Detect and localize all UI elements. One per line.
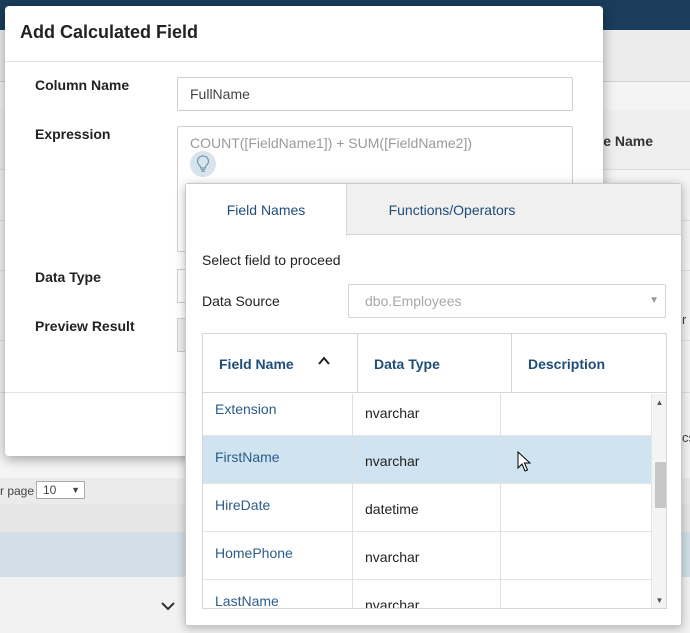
table-row[interactable]: HireDate datetime	[203, 484, 651, 532]
column-header-data-type[interactable]: Data Type	[358, 334, 511, 393]
dropdown-caret-icon: ▼	[71, 485, 80, 495]
mouse-cursor-icon	[517, 451, 531, 472]
column-name-label: Column Name	[35, 77, 130, 93]
column-name-input[interactable]	[177, 77, 573, 111]
field-name-cell: Extension	[215, 401, 277, 417]
data-type-cell: datetime	[352, 484, 500, 532]
tab-functions-operators[interactable]: Functions/Operators	[347, 184, 557, 236]
column-header-label: Description	[528, 355, 606, 372]
expression-label: Expression	[35, 126, 111, 142]
data-type-cell: nvarchar	[352, 532, 500, 580]
field-name-cell: LastName	[215, 593, 279, 609]
data-source-label: Data Source	[202, 293, 280, 309]
grid-scrollbar[interactable]: ▲ ▼	[651, 394, 666, 608]
data-type-cell: nvarchar	[352, 436, 500, 484]
description-cell	[500, 394, 651, 436]
data-type-label: Data Type	[35, 269, 101, 285]
popup-tabs: Field Names Functions/Operators	[186, 184, 681, 236]
select-field-hint: Select field to proceed	[202, 252, 341, 268]
expression-placeholder: COUNT([FieldName1]) + SUM([FieldName2])	[190, 135, 472, 151]
dialog-title: Add Calculated Field	[20, 22, 199, 42]
scroll-down-icon[interactable]: ▼	[652, 594, 666, 608]
sort-ascending-icon	[318, 356, 330, 365]
column-header-field-name[interactable]: Field Name	[203, 334, 358, 393]
lightbulb-icon[interactable]	[190, 151, 216, 177]
scroll-up-icon[interactable]: ▲	[652, 396, 666, 410]
column-header-label: Data Type	[374, 355, 440, 372]
table-row[interactable]: LastName nvarchar	[203, 580, 651, 609]
fields-grid-header: Field Name Data Type Description	[203, 334, 666, 393]
preview-result-label: Preview Result	[35, 318, 135, 334]
chevron-down-icon[interactable]	[161, 598, 175, 614]
page-size-select[interactable]: 10 ▼	[36, 481, 85, 499]
field-picker-popup: Field Names Functions/Operators Select f…	[185, 183, 682, 626]
description-cell	[500, 484, 651, 532]
data-source-select[interactable]: dbo.Employees ▼	[348, 284, 666, 318]
page-size-value: 10	[43, 483, 57, 497]
data-source-value: dbo.Employees	[365, 293, 462, 309]
page-size-label: r page	[0, 484, 35, 498]
fields-grid-body: Extension nvarchar FirstName nvarchar Hi…	[203, 394, 651, 609]
description-cell	[500, 532, 651, 580]
tab-field-names[interactable]: Field Names	[186, 184, 347, 236]
table-row[interactable]: Extension nvarchar	[203, 394, 651, 436]
table-row[interactable]: HomePhone nvarchar	[203, 532, 651, 580]
field-name-cell: HomePhone	[215, 545, 293, 561]
dialog-header-divider	[5, 61, 603, 62]
field-name-cell: FirstName	[215, 449, 280, 465]
app-side-text: r	[682, 312, 687, 327]
app-side-text: cs	[682, 430, 690, 445]
scrollbar-thumb[interactable]	[655, 462, 666, 508]
column-header-label: Field Name	[219, 355, 294, 372]
dropdown-caret-icon: ▼	[649, 295, 659, 306]
data-type-cell: nvarchar	[352, 580, 500, 608]
field-name-cell: HireDate	[215, 497, 271, 513]
table-row[interactable]: FirstName nvarchar	[203, 436, 651, 484]
fields-grid: Field Name Data Type Description Extensi…	[202, 333, 667, 609]
data-type-cell: nvarchar	[352, 394, 500, 436]
description-cell	[500, 580, 651, 608]
column-header-description[interactable]: Description	[512, 334, 666, 393]
